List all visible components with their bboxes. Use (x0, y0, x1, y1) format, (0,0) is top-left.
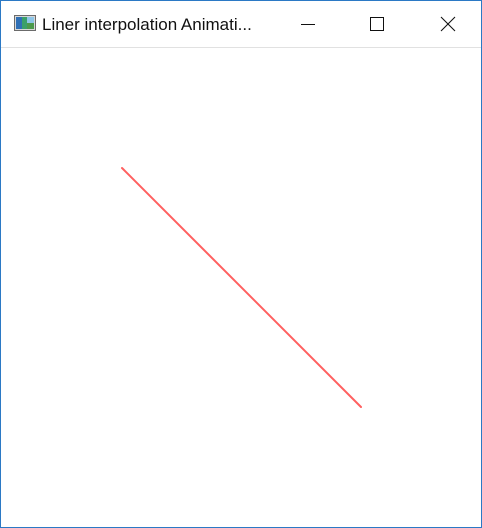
maximize-icon (370, 17, 384, 31)
maximize-button[interactable] (343, 1, 411, 47)
title-bar[interactable]: Liner interpolation Animati... (1, 1, 481, 48)
canvas-surface (121, 167, 362, 408)
minimize-button[interactable] (273, 1, 341, 47)
close-icon (440, 16, 456, 32)
interpolated-line (121, 167, 362, 408)
animation-canvas (1, 48, 481, 527)
app-window: Liner interpolation Animati... (0, 0, 482, 528)
minimize-icon (301, 24, 315, 25)
app-window-icon (14, 15, 36, 31)
window-title: Liner interpolation Animati... (42, 15, 252, 34)
close-button[interactable] (413, 1, 481, 47)
